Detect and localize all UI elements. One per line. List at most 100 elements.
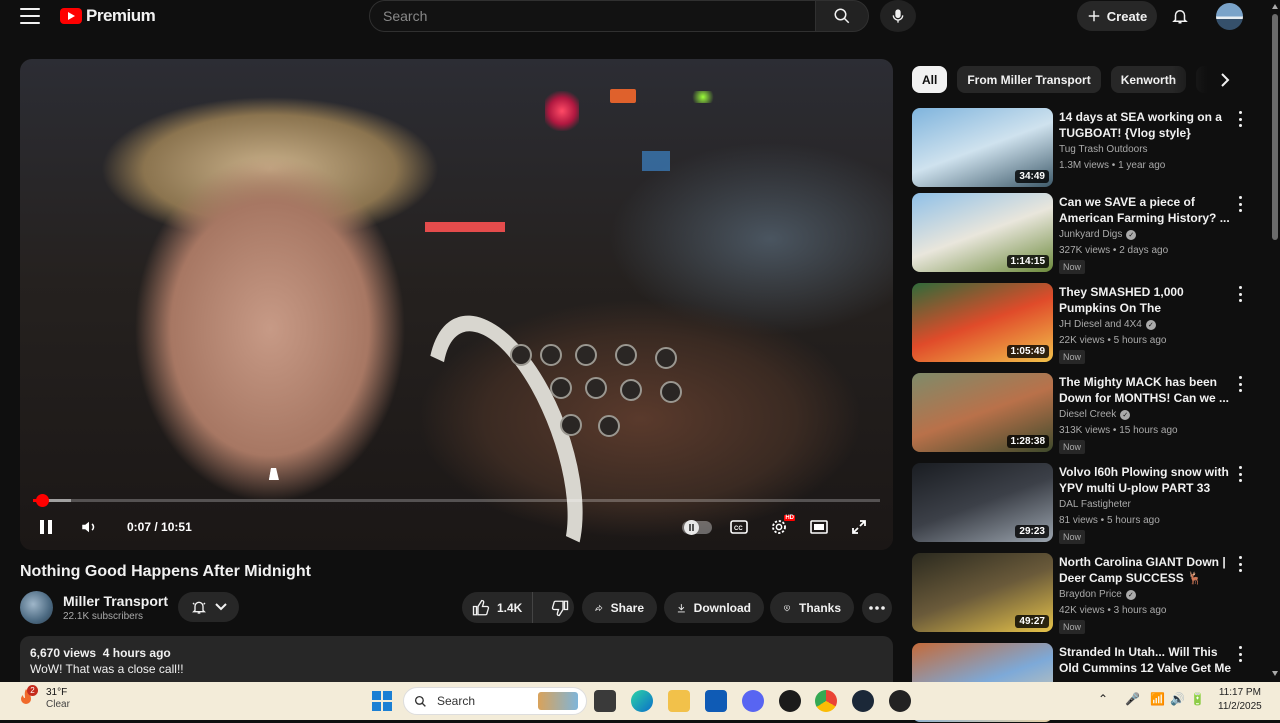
app-icon[interactable] bbox=[779, 690, 801, 712]
account-avatar[interactable] bbox=[1216, 3, 1243, 30]
cab-light bbox=[690, 91, 716, 103]
microphone-tray-icon[interactable]: 🎤 bbox=[1125, 692, 1140, 706]
thumbs-down-icon bbox=[552, 600, 569, 616]
thanks-label: Thanks bbox=[798, 600, 841, 615]
dislike-button[interactable] bbox=[541, 599, 569, 617]
thanks-button[interactable]: $ Thanks bbox=[770, 592, 854, 623]
microsoft-store-icon[interactable] bbox=[705, 690, 727, 712]
more-vert-icon[interactable] bbox=[1237, 466, 1243, 482]
battery-icon[interactable]: 🔋 bbox=[1190, 692, 1205, 706]
channel-avatar[interactable] bbox=[20, 591, 53, 624]
recommended-video[interactable]: 1:14:15 Can we SAVE a piece of American F… bbox=[912, 193, 1252, 274]
channel-name[interactable]: Braydon Price bbox=[1059, 589, 1122, 600]
scroll-up-arrow[interactable] bbox=[1272, 4, 1278, 9]
video-thumbnail[interactable]: 34:49 bbox=[912, 108, 1053, 187]
wifi-icon[interactable]: 📶 bbox=[1150, 692, 1165, 706]
recommended-video[interactable]: 1:05:49 They SMASHED 1,000 Pumpkins On Th… bbox=[912, 283, 1252, 364]
subscription-button[interactable] bbox=[178, 592, 239, 622]
channel-name[interactable]: Miller Transport bbox=[63, 593, 168, 609]
page-scrollbar[interactable] bbox=[1270, 0, 1280, 682]
svg-text:$: $ bbox=[786, 605, 788, 609]
discord-icon[interactable] bbox=[742, 690, 764, 712]
channel-line: Braydon Price ✓ bbox=[1059, 589, 1136, 600]
channel-name[interactable]: Junkyard Digs bbox=[1059, 229, 1122, 240]
autoplay-toggle[interactable] bbox=[682, 520, 712, 535]
video-thumbnail[interactable]: 1:05:49 bbox=[912, 283, 1053, 362]
new-badge: Now bbox=[1059, 620, 1086, 634]
speaker-icon[interactable]: 🔊 bbox=[1170, 692, 1185, 706]
video-thumbnail[interactable]: 1:28:38 bbox=[912, 373, 1053, 452]
more-vert-icon[interactable] bbox=[1237, 286, 1243, 302]
current-time: 0:07 bbox=[127, 520, 152, 534]
scroll-down-arrow[interactable] bbox=[1272, 671, 1278, 676]
fullscreen-button[interactable] bbox=[848, 515, 870, 539]
video-title[interactable]: Volvo l60h Plowing snow with YPV multi U… bbox=[1059, 464, 1232, 496]
system-clock[interactable]: 11:17 PM 11/2/2025 bbox=[1218, 686, 1262, 714]
video-title[interactable]: 14 days at SEA working on a TUGBOAT! {Vl… bbox=[1059, 109, 1232, 141]
task-view-icon[interactable] bbox=[594, 690, 616, 712]
view-count: 313K views bbox=[1059, 425, 1111, 436]
channel-line: DAL Fastigheter bbox=[1059, 499, 1131, 510]
notifications-button[interactable] bbox=[1166, 2, 1194, 30]
new-badge: Now bbox=[1059, 530, 1086, 544]
chevron-right-icon bbox=[1221, 73, 1230, 87]
recommended-video[interactable]: 49:27 North Carolina GIANT Down | Deer Ca… bbox=[912, 553, 1252, 634]
file-explorer-icon[interactable] bbox=[668, 690, 690, 712]
video-thumbnail[interactable]: 1:14:15 bbox=[912, 193, 1053, 272]
cab-light bbox=[610, 89, 636, 103]
download-label: Download bbox=[693, 600, 751, 615]
recommended-video[interactable]: 29:23 Volvo l60h Plowing snow with YPV mu… bbox=[912, 463, 1252, 544]
video-title[interactable]: Stranded In Utah... Will This Old Cummin… bbox=[1059, 644, 1232, 676]
like-button[interactable]: 1.4K bbox=[462, 592, 534, 623]
filter-chip[interactable]: From Miller Transport bbox=[957, 66, 1101, 93]
channel-name[interactable]: JH Diesel and 4X4 bbox=[1059, 319, 1142, 330]
video-player[interactable]: 0:07 / 10:51 CC HD bbox=[20, 59, 893, 550]
video-title[interactable]: The Mighty MACK has been Down for MONTHS… bbox=[1059, 374, 1232, 406]
youtube-premium-logo[interactable]: Premium bbox=[60, 6, 156, 26]
video-title[interactable]: North Carolina GIANT Down | Deer Camp SU… bbox=[1059, 554, 1232, 586]
edge-browser-icon[interactable] bbox=[631, 690, 653, 712]
share-button[interactable]: Share bbox=[582, 592, 657, 623]
search-button[interactable] bbox=[815, 0, 869, 32]
chrome-icon[interactable] bbox=[815, 690, 837, 712]
settings-button[interactable]: HD bbox=[768, 515, 795, 539]
app-icon[interactable] bbox=[889, 690, 911, 712]
pause-button[interactable] bbox=[36, 515, 56, 539]
search-box[interactable] bbox=[369, 0, 816, 32]
more-vert-icon[interactable] bbox=[1237, 376, 1243, 392]
download-button[interactable]: Download bbox=[664, 592, 764, 623]
menu-icon[interactable] bbox=[20, 8, 40, 24]
mute-button[interactable] bbox=[78, 515, 100, 539]
tray-overflow-chevron-icon[interactable]: ⌃ bbox=[1098, 692, 1108, 706]
video-thumbnail[interactable]: 29:23 bbox=[912, 463, 1053, 542]
video-thumbnail[interactable]: 49:27 bbox=[912, 553, 1053, 632]
channel-name[interactable]: DAL Fastigheter bbox=[1059, 499, 1131, 510]
subtitles-button[interactable]: CC bbox=[728, 515, 750, 539]
video-title[interactable]: Can we SAVE a piece of American Farming … bbox=[1059, 194, 1232, 226]
weather-widget[interactable]: 2 31°F Clear bbox=[14, 685, 70, 710]
taskbar-search[interactable]: Search bbox=[403, 687, 587, 715]
more-vert-icon[interactable] bbox=[1237, 111, 1243, 127]
pause-small-icon bbox=[689, 524, 694, 531]
more-vert-icon[interactable] bbox=[1237, 196, 1243, 212]
recommended-video[interactable]: 34:49 14 days at SEA working on a TUGBOAT… bbox=[912, 108, 1252, 188]
create-button[interactable]: Create bbox=[1077, 1, 1157, 31]
recommended-video[interactable]: 1:28:38 The Mighty MACK has been Down for… bbox=[912, 373, 1252, 454]
steam-icon[interactable] bbox=[852, 690, 874, 712]
more-actions-button[interactable] bbox=[862, 593, 892, 623]
microphone-icon bbox=[892, 9, 904, 23]
channel-name[interactable]: Diesel Creek bbox=[1059, 409, 1116, 420]
windows-start-icon[interactable] bbox=[371, 690, 393, 712]
video-title[interactable]: They SMASHED 1,000 Pumpkins On The RaceT… bbox=[1059, 284, 1232, 316]
voice-search-button[interactable] bbox=[880, 0, 916, 32]
theater-mode-button[interactable] bbox=[808, 515, 830, 539]
scroll-thumb[interactable] bbox=[1272, 14, 1278, 240]
search-input[interactable] bbox=[370, 1, 815, 31]
dash-gauge bbox=[560, 414, 582, 436]
chips-next-button[interactable] bbox=[1172, 66, 1242, 94]
filter-chip[interactable]: All bbox=[912, 66, 948, 93]
more-vert-icon[interactable] bbox=[1237, 556, 1243, 572]
more-vert-icon[interactable] bbox=[1237, 646, 1243, 662]
seek-bar[interactable] bbox=[33, 494, 880, 507]
channel-name[interactable]: Tug Trash Outdoors bbox=[1059, 144, 1148, 155]
